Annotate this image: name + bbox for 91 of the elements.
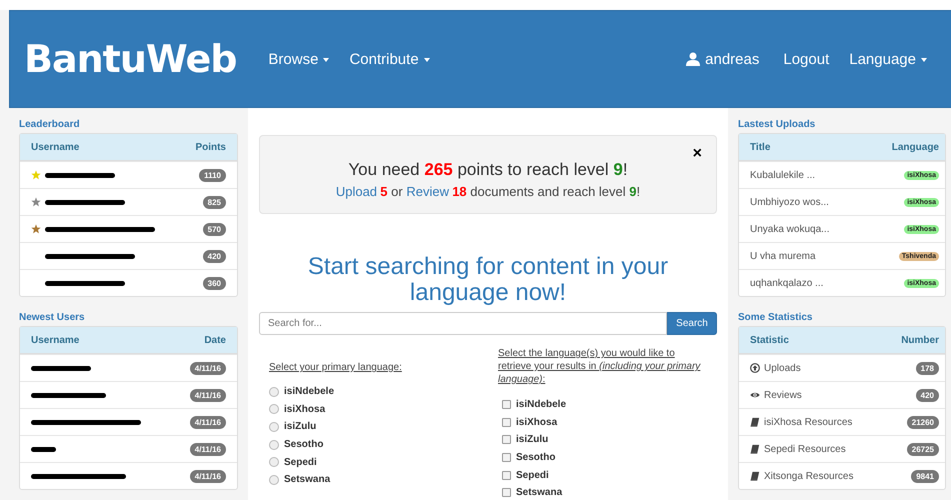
panel-title: Leaderboard [19,119,81,130]
option-label: Sesotho [516,452,556,464]
count-badge: 178 [916,362,939,374]
panel-title: Some Statistics [738,312,814,323]
search-heading: Start searching for content in your language now! [306,254,670,306]
checkbox[interactable] [502,435,511,444]
option-label: isiZulu [516,434,548,446]
redaction-mark [45,172,115,178]
points-badge: 1110 [199,168,226,182]
column-header: Number [901,334,939,346]
panel-title: Newest Users [19,312,86,323]
radio-button[interactable] [269,422,279,432]
option-label: isiXhosa [284,404,326,415]
date-badge: 4/11/16 [190,442,226,456]
alert-text: 5 [380,184,388,199]
option-label: Sepedi [284,456,317,468]
column-header: Date [204,334,226,346]
book-icon [750,471,760,481]
statistic-label: Uploads [764,362,801,374]
option-label: Setswana [284,474,330,486]
upload-title[interactable]: uqhankqalazo ... [750,278,824,288]
alert-message: You need 265 points to reach level 9! [347,160,629,180]
date-badge: 4/11/16 [190,362,226,374]
nav-menu-link[interactable]: Language [849,50,927,68]
count-badge: 420 [916,388,939,402]
checkbox[interactable] [502,418,511,427]
alert-text: or [390,184,404,199]
option-label: isiZulu [284,421,316,432]
alert-link[interactable]: Upload [336,184,378,199]
statistic-label: Reviews [764,390,802,400]
option-label: isiXhosa [516,416,558,428]
result-language-label: Select the language(s) you would like to retrieve your results in (including your primary language): [498,347,702,386]
column-header: Points [195,142,226,152]
date-badge: 4/11/16 [190,470,226,482]
points-badge: 825 [202,196,226,208]
close-button[interactable]: × [692,146,702,162]
column-header: Language [892,142,939,152]
date-badge: 4/11/16 [190,416,226,428]
radio-button[interactable] [269,474,279,485]
points-badge: 360 [202,276,226,290]
panel-title: Lastest Uploads [738,119,816,130]
points-badge: 570 [202,222,226,236]
checkbox[interactable] [502,400,511,410]
upload-title[interactable]: Kubalulekile ... [750,170,816,180]
count-badge: 26725 [906,442,939,456]
option-label: Sepedi [516,470,549,481]
checkbox[interactable] [502,453,511,462]
count-badge: 9841 [911,470,939,482]
nav-menu-link[interactable]: Logout [783,50,830,68]
column-header: Title [750,142,770,152]
search-field[interactable]: Search for... [259,312,667,335]
redaction-mark [31,446,56,452]
alert-text: 9 [629,184,637,199]
option-label: Sesotho [284,439,324,450]
user-icon [686,52,700,66]
user-link[interactable]: andreas [705,50,760,68]
statistic-label: Xitsonga Resources [764,470,854,482]
primary-language-label: Select your primary language: [269,361,403,374]
alert-text: 18 [452,184,467,199]
option-label: isiNdebele [284,386,334,398]
alert-text: ! [636,184,640,199]
count-badge: 21260 [906,416,939,428]
checkbox[interactable] [502,488,511,498]
brand-logo[interactable]: BantuWeb [24,37,236,81]
option-label: isiNdebele [516,399,566,410]
radio-button[interactable] [269,440,279,450]
radio-button[interactable] [269,404,279,414]
column-header: Username [31,334,80,346]
statistic-label: Sepedi Resources [764,444,846,454]
alert-text: documents and reach level [469,184,627,199]
redaction-mark [31,366,91,370]
column-header: Username [31,142,80,152]
eye-icon [750,390,760,400]
book-icon [750,444,760,454]
nav-menu-link[interactable]: Contribute [349,50,430,68]
upload-title[interactable]: Unyaka wokuqa... [750,224,830,234]
points-badge: 420 [202,250,226,262]
statistic-label: isiXhosa Resources [764,416,852,428]
column-header: Statistic [750,334,789,346]
checkbox[interactable] [502,470,511,480]
book-icon [750,417,760,427]
radio-button[interactable] [269,457,279,468]
radio-button[interactable] [269,386,279,397]
upload-icon [750,363,760,373]
search-button[interactable]: Search [667,312,717,335]
date-badge: 4/11/16 [190,388,226,402]
nav-menu-link[interactable]: Browse [268,50,330,68]
upload-title[interactable]: Umbhiyozo wos... [750,196,829,208]
option-label: Setswana [516,487,562,498]
alert-link[interactable]: Review [406,184,449,199]
upload-title[interactable]: U vha murema [750,250,816,262]
